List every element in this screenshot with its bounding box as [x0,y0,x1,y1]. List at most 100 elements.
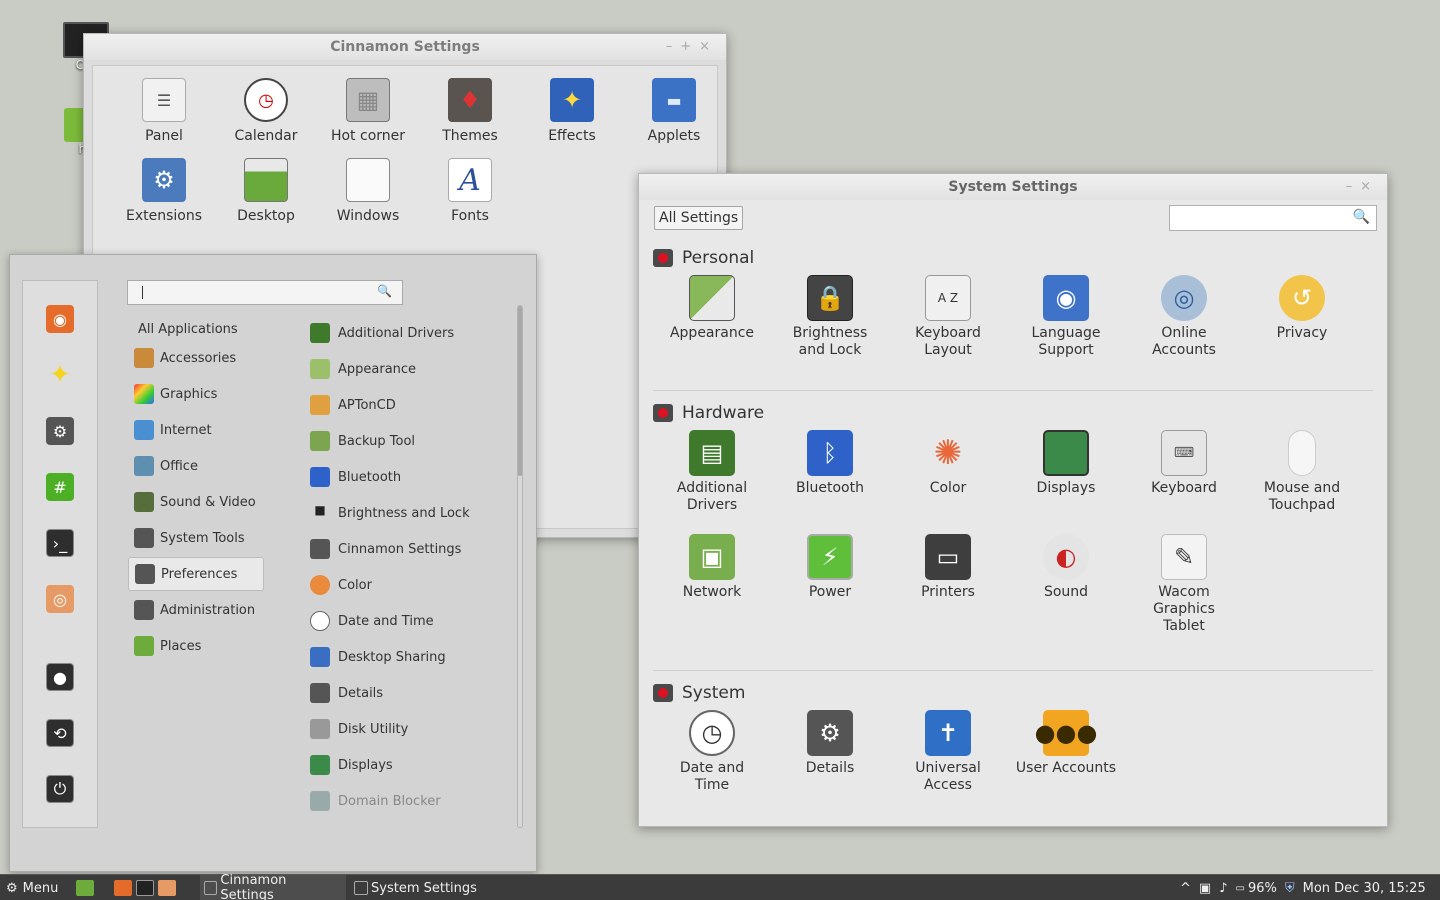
terminal-icon[interactable] [136,880,154,896]
setting-printers[interactable]: ▭ Printers [889,534,1007,635]
app-displays[interactable]: Displays [310,748,393,782]
setting-keyboard-layout[interactable]: A Z Keyboard Layout [889,275,1007,359]
app-backup-tool[interactable]: Backup Tool [310,424,415,458]
setting-date-time[interactable]: ◷ Date and Time [653,710,771,794]
minimize-icon[interactable]: – [1346,179,1361,194]
firefox-icon[interactable] [114,880,132,896]
setting-themes[interactable]: ♦ Themes [419,78,521,144]
minimize-icon[interactable]: – [666,39,681,54]
setting-brightness-lock[interactable]: 🔒 Brightness and Lock [771,275,889,359]
scrollbar-thumb[interactable] [518,306,522,476]
system-tools-icon [134,528,154,548]
task-system-settings[interactable]: System Settings [350,875,490,900]
setting-calendar[interactable]: ◷ Calendar [215,78,317,144]
window-titlebar[interactable]: System Settings –× [639,174,1387,200]
show-desktop-button[interactable] [76,875,98,900]
menu-search-input[interactable]: 🔍 [127,280,403,305]
category-sound-video[interactable]: Sound & Video [128,485,264,519]
setting-power[interactable]: ⚡ Power [771,534,889,635]
desktop-icon [244,158,288,202]
app-additional-drivers[interactable]: Additional Drivers [310,316,454,350]
category-internet[interactable]: Internet [128,413,264,447]
shell-icon[interactable]: ◎ [46,585,74,613]
setting-additional-drivers[interactable]: ▤ Additional Drivers [653,430,771,514]
setting-panel[interactable]: ☰ Panel [113,78,215,144]
setting-desktop[interactable]: Desktop [215,158,317,224]
setting-hot-corner[interactable]: ▦ Hot corner [317,78,419,144]
logout-icon[interactable]: ⟲ [46,719,74,747]
settings-gear-icon[interactable]: ⚙ [46,417,74,445]
category-administration[interactable]: Administration [128,593,264,627]
desktop-sharing-icon [310,647,330,667]
setting-universal-access[interactable]: ✝ Universal Access [889,710,1007,794]
setting-wacom-tablet[interactable]: ✎ Wacom Graphics Tablet [1125,534,1243,635]
setting-appearance[interactable]: Appearance [653,275,771,359]
close-icon[interactable]: × [699,39,718,54]
chevron-up-icon[interactable]: ^ [1180,881,1191,896]
keyboard-icon: ⌨ [1161,430,1207,476]
hexchat-icon[interactable]: # [46,473,74,501]
star-icon[interactable]: ✦ [46,360,74,390]
network-icon[interactable]: ▣ [1199,881,1211,896]
setting-effects[interactable]: ✦ Effects [521,78,623,144]
app-desktop-sharing[interactable]: Desktop Sharing [310,640,446,674]
setting-online-accounts[interactable]: ◎ Online Accounts [1125,275,1243,359]
close-icon[interactable]: × [1360,179,1379,194]
section-divider [653,390,1373,391]
setting-sound[interactable]: ◐ Sound [1007,534,1125,635]
setting-applets[interactable]: ▬ Applets [623,78,725,144]
category-office[interactable]: Office [128,449,264,483]
clock[interactable]: Mon Dec 30, 15:25 [1303,881,1426,896]
shell-icon[interactable] [158,880,176,896]
category-preferences[interactable]: Preferences [128,557,264,591]
setting-network[interactable]: ▣ Network [653,534,771,635]
setting-language-support[interactable]: ◉ Language Support [1007,275,1125,359]
app-details[interactable]: Details [310,676,383,710]
system-tray: ^ ▣ ♪ ▭ 96% ⛨ Mon Dec 30, 15:25 [1180,875,1426,900]
app-color[interactable]: Color [310,568,372,602]
setting-extensions[interactable]: ⚙ Extensions [113,158,215,224]
app-date-time[interactable]: Date and Time [310,604,434,638]
volume-icon[interactable]: ♪ [1219,881,1227,896]
setting-displays[interactable]: Displays [1007,430,1125,514]
app-label: Cinnamon Settings [338,541,462,557]
setting-user-accounts[interactable]: ●●● User Accounts [1007,710,1125,794]
category-graphics[interactable]: Graphics [128,377,264,411]
terminal-icon[interactable]: ›_ [46,529,74,557]
setting-label: Universal Access [915,760,981,793]
firefox-icon[interactable]: ◉ [46,305,74,333]
setting-color[interactable]: ✺ Color [889,430,1007,514]
app-brightness-lock[interactable]: ■ Brightness and Lock [310,496,469,530]
shield-icon[interactable]: ⛨ [1285,881,1295,896]
setting-details[interactable]: ⚙ Details [771,710,889,794]
window-titlebar[interactable]: Cinnamon Settings –+× [84,34,726,60]
setting-bluetooth[interactable]: ᛒ Bluetooth [771,430,889,514]
app-bluetooth[interactable]: Bluetooth [310,460,401,494]
setting-mouse-touchpad[interactable]: Mouse and Touchpad [1243,430,1361,514]
setting-keyboard[interactable]: ⌨ Keyboard [1125,430,1243,514]
category-accessories[interactable]: Accessories [128,341,264,375]
section-title: System [682,683,746,703]
app-aptoncd[interactable]: APTonCD [310,388,396,422]
administration-icon [134,600,154,620]
lock-screen-icon[interactable]: ● [46,663,74,691]
section-icon [653,249,673,267]
power-icon[interactable]: ⏻ [46,775,74,803]
category-places[interactable]: Places [128,629,264,663]
setting-windows[interactable]: Windows [317,158,419,224]
battery-icon[interactable]: ▭ [1236,883,1245,894]
app-domain-blocker[interactable]: Domain Blocker [310,784,441,818]
setting-fonts[interactable]: A Fonts [419,158,521,224]
panel-icon: ☰ [142,78,186,122]
category-system-tools[interactable]: System Tools [128,521,264,555]
menu-button[interactable]: ⚙ Menu [6,875,58,900]
maximize-icon[interactable]: + [680,39,699,54]
task-cinnamon-settings[interactable]: Cinnamon Settings [200,873,346,900]
app-cinnamon-settings[interactable]: Cinnamon Settings [310,532,461,566]
menu-scrollbar[interactable] [517,305,523,828]
setting-privacy[interactable]: ↺ Privacy [1243,275,1361,359]
settings-search-input[interactable]: 🔍 [1169,205,1377,231]
app-appearance[interactable]: Appearance [310,352,416,386]
all-settings-button[interactable]: All Settings [654,206,744,230]
app-disk-utility[interactable]: Disk Utility [310,712,408,746]
